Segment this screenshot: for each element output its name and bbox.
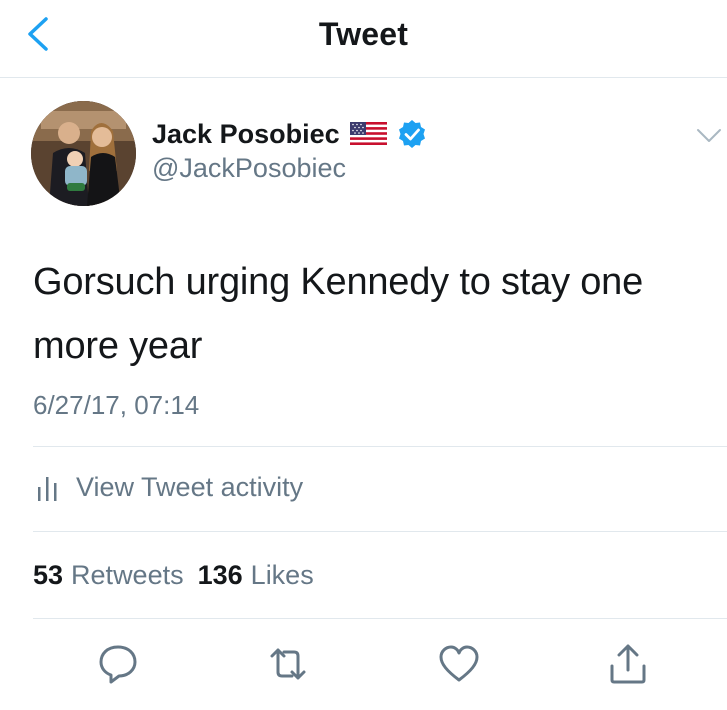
us-flag-icon <box>349 121 387 147</box>
avatar-photo <box>31 101 136 206</box>
heart-icon[interactable] <box>437 642 481 686</box>
tweet-detail-screen: Tweet Jack Posobiec @JackPosobiec Gorsuc… <box>0 0 727 710</box>
avatar[interactable] <box>31 101 136 206</box>
engagement-stats: 53 Retweets 136 Likes <box>33 560 320 591</box>
author-name-row[interactable]: Jack Posobiec <box>152 116 427 152</box>
author-handle[interactable]: @JackPosobiec <box>152 153 346 184</box>
divider <box>33 446 727 447</box>
view-tweet-activity-button[interactable]: View Tweet activity <box>36 472 303 503</box>
retweets-label[interactable]: Retweets <box>71 560 184 591</box>
reply-icon[interactable] <box>96 642 140 686</box>
retweet-icon[interactable] <box>266 642 310 686</box>
tweet-timestamp: 6/27/17, 07:14 <box>33 390 200 420</box>
tweet-text: Gorsuch urging Kennedy to stay one more … <box>33 261 644 367</box>
author-name[interactable]: Jack Posobiec <box>152 119 340 150</box>
navigation-header: Tweet <box>0 0 727 78</box>
view-tweet-activity-label: View Tweet activity <box>76 472 304 502</box>
chevron-down-icon[interactable] <box>696 128 722 144</box>
page-title: Tweet <box>318 16 409 52</box>
likes-label[interactable]: Likes <box>251 560 314 591</box>
divider <box>33 531 727 532</box>
likes-count[interactable]: 136 <box>198 560 243 591</box>
share-icon[interactable] <box>606 642 650 686</box>
verified-badge-icon <box>398 120 425 148</box>
divider <box>33 618 727 619</box>
bar-chart-icon <box>38 476 57 501</box>
retweets-count[interactable]: 53 <box>33 560 63 591</box>
